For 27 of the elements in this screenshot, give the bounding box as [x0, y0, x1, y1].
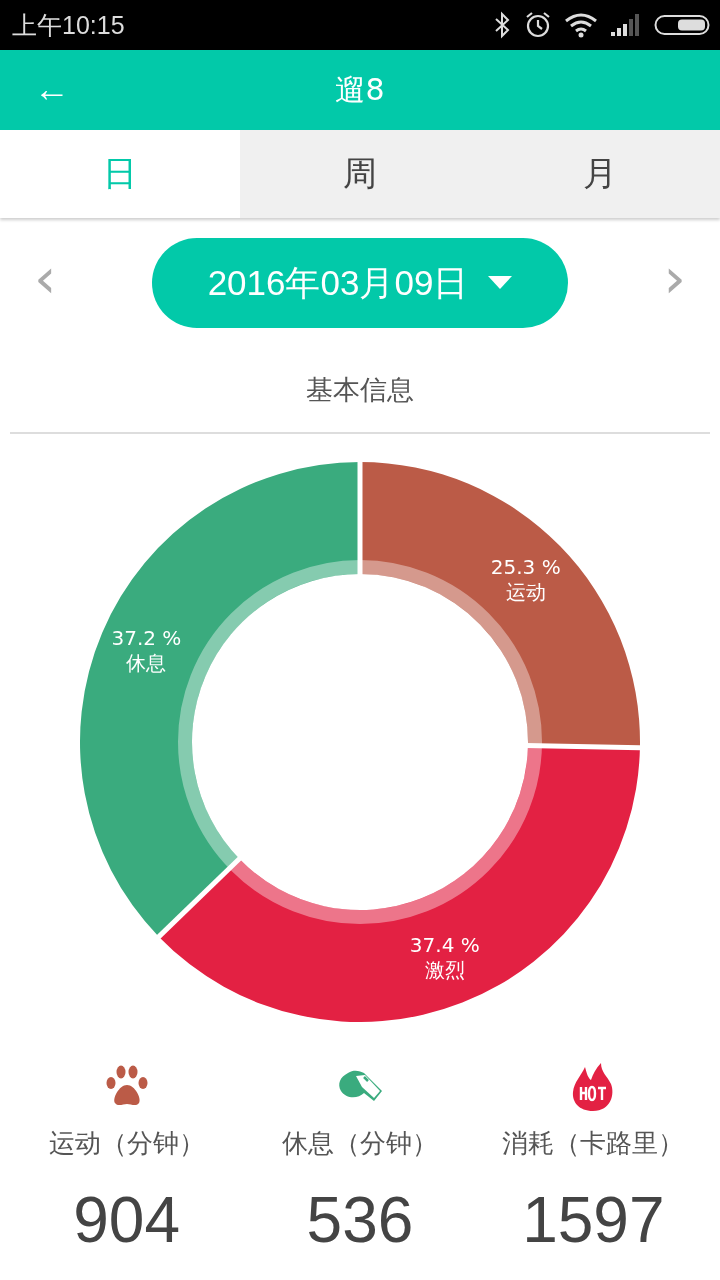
battery-icon [654, 13, 710, 37]
category-label: 运动 [505, 579, 546, 604]
tab[interactable]: 月 [480, 130, 720, 218]
data-label: 37.4 % [409, 932, 480, 957]
data-label: 37.2 % [111, 626, 182, 651]
category-label: 休息 [126, 651, 167, 676]
previous-day-button[interactable]: ‹ [28, 250, 63, 316]
section-title: 基本信息 [305, 373, 415, 407]
category-label: 激烈 [424, 957, 465, 982]
date-dropdown[interactable]: 2016年03月09日 [152, 238, 568, 328]
stat-label: 运动（分钟） [48, 1127, 205, 1160]
data-label: 25.3 % [490, 554, 561, 579]
back-button[interactable]: ← [26, 64, 78, 114]
page-title: 遛8 [335, 70, 385, 109]
wifi-icon [564, 12, 598, 38]
stat-label: 消耗（卡路里） [502, 1127, 685, 1160]
alarm-icon [524, 11, 552, 39]
next-day-button[interactable]: › [657, 250, 692, 316]
stat-value: 904 [73, 1183, 181, 1257]
caret-icon [488, 276, 513, 290]
stat-value: 536 [306, 1183, 414, 1257]
tab[interactable]: 日 [0, 130, 240, 218]
tab[interactable]: 周 [240, 130, 480, 218]
status-time: 上午10:15 [12, 9, 125, 41]
stat-label: 休息（分钟） [282, 1127, 438, 1160]
signal-icon [610, 13, 642, 37]
stat-value: 1597 [522, 1183, 665, 1257]
